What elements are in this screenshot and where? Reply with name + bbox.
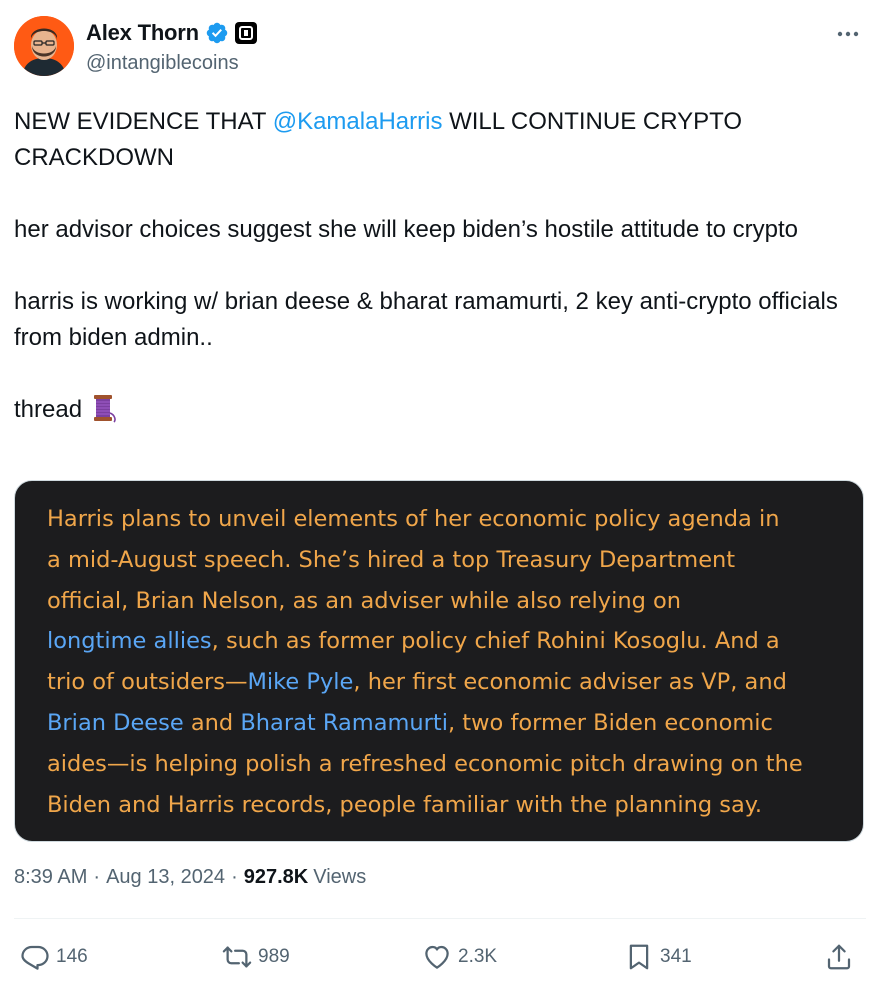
thread-label: thread [14, 396, 83, 423]
tweet-header: Alex Thorn @intangiblecoins [14, 16, 866, 80]
tweet-paragraph-2: her advisor choices suggest she will kee… [14, 216, 798, 243]
spool-of-thread-icon [94, 395, 116, 423]
share-button[interactable] [824, 936, 854, 978]
affiliation-badge-icon[interactable] [234, 22, 257, 44]
reply-count: 146 [56, 946, 88, 967]
reply-button[interactable]: 146 [20, 936, 88, 978]
reply-icon [21, 945, 49, 970]
media-line: Brian Deese and Bharat Ramamurti, two fo… [47, 703, 847, 744]
meta-separator: · [93, 866, 101, 888]
media-text-segment: trio of outsiders— [47, 669, 248, 696]
bookmark-button[interactable]: 341 [624, 936, 692, 978]
media-link: longtime allies [47, 628, 212, 655]
tweet-date[interactable]: Aug 13, 2024 [106, 866, 225, 889]
views-label: Views [313, 866, 367, 888]
media-link: Mike Pyle [247, 669, 354, 696]
media-text-segment: , two former Biden economic [448, 709, 773, 736]
meta-separator: · [231, 866, 238, 888]
more-options-icon[interactable] [834, 22, 862, 46]
avatar-portrait-icon [14, 16, 74, 76]
media-link: Brian Deese [47, 709, 184, 736]
media-line: a mid-August speech. She’s hired a top T… [47, 546, 736, 573]
verified-badge-icon[interactable] [205, 21, 229, 45]
media-text-segment: , such as former policy chief Rohini Kos… [211, 628, 780, 655]
media-text-segment: , her first economic adviser as VP, and [353, 669, 787, 696]
tweet-text-segment: NEW EVIDENCE THAT [14, 108, 273, 135]
repost-icon [222, 946, 252, 968]
media-article-excerpt: Harris plans to unveil elements of her e… [47, 499, 847, 825]
bookmark-count: 341 [660, 946, 692, 967]
mention-link[interactable]: @KamalaHarris [273, 108, 443, 135]
avatar[interactable] [14, 16, 74, 76]
tweet-time[interactable]: 8:39 AM [14, 866, 87, 889]
media-line: aides—is helping polish a refreshed econ… [47, 750, 803, 777]
views-count[interactable]: 927.8K [244, 866, 309, 889]
tweet-paragraph-1: NEW EVIDENCE THAT @KamalaHarris WILL CON… [14, 104, 864, 176]
repost-count: 989 [258, 946, 290, 967]
tweet-text: NEW EVIDENCE THAT @KamalaHarris WILL CON… [14, 104, 864, 428]
share-icon [827, 944, 851, 970]
display-name[interactable]: Alex Thorn [86, 20, 199, 46]
heart-icon [425, 945, 449, 969]
tweet-paragraph-4: thread [14, 392, 864, 428]
media-line: trio of outsiders—Mike Pyle, her first e… [47, 662, 847, 703]
tweet-paragraph-3: harris is working w/ brian deese & bhara… [14, 288, 838, 351]
media-line: official, Brian Nelson, as an adviser wh… [47, 587, 682, 614]
action-bar: 146 989 2.3K 341 [14, 936, 864, 978]
repost-button[interactable]: 989 [222, 936, 290, 978]
media-line: Harris plans to unveil elements of her e… [47, 506, 780, 532]
like-count: 2.3K [458, 946, 498, 967]
bookmark-icon [629, 944, 649, 970]
media-line: longtime allies, such as former policy c… [47, 621, 847, 662]
like-button[interactable]: 2.3K [422, 936, 497, 978]
media-image[interactable]: Harris plans to unveil elements of her e… [14, 480, 864, 842]
divider [14, 918, 866, 919]
media-line: Biden and Harris records, people familia… [47, 791, 763, 818]
name-row: Alex Thorn [86, 20, 257, 46]
media-text-segment: and [183, 709, 241, 736]
media-link: Bharat Ramamurti [240, 709, 448, 736]
user-handle[interactable]: @intangiblecoins [86, 52, 239, 75]
tweet-meta: 8:39 AM · Aug 13, 2024 · 927.8K Views [14, 866, 366, 889]
